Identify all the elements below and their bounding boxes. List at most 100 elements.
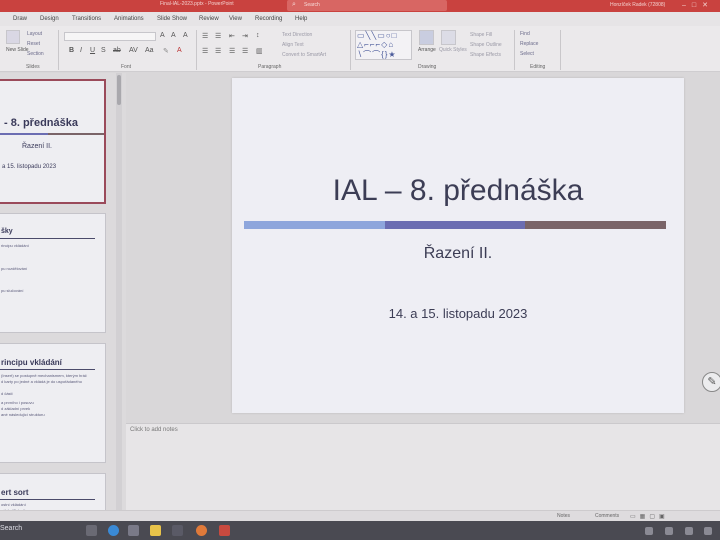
store-icon[interactable] — [128, 525, 139, 536]
shape-fill-button[interactable]: Shape Fill — [470, 32, 492, 38]
layout-button[interactable]: Layout — [27, 31, 42, 37]
search-input[interactable]: ⌕ Search — [287, 0, 447, 11]
reset-button[interactable]: Reset — [27, 41, 40, 47]
tab-review[interactable]: Review — [199, 16, 219, 22]
firefox-icon[interactable] — [196, 525, 207, 536]
thumbnail-title: - 8. přednáška — [4, 117, 78, 129]
view-buttons[interactable]: ▭▦▢▣ — [630, 513, 669, 520]
slide-thumbnail[interactable]: šky rincipu vkládání pu rozdělování pu s… — [0, 213, 106, 333]
clear-formatting-icon[interactable]: A — [183, 32, 188, 39]
slide-canvas[interactable]: IAL – 8. přednáška Řazení II. 14. a 15. … — [232, 78, 684, 413]
thumbnail-divider — [0, 499, 95, 500]
change-case-icon[interactable]: Aa — [145, 47, 154, 54]
italic-icon[interactable]: I — [80, 47, 82, 54]
edge-icon[interactable] — [108, 525, 119, 536]
slide-thumbnail[interactable]: rincipu vkládání (Insert) se postupně me… — [0, 343, 106, 463]
thumbnail-date: a 15. listopadu 2023 — [2, 164, 57, 170]
shadow-icon[interactable]: S — [101, 47, 106, 54]
scrollbar-thumb[interactable] — [117, 75, 121, 105]
paragraph-group-label: Paragraph — [258, 64, 282, 70]
tray-icon[interactable] — [685, 527, 693, 535]
slide-subtitle[interactable]: Řazení II. — [232, 245, 684, 263]
columns-icon[interactable]: ▥ — [256, 47, 263, 55]
shapes-icon[interactable]: ▭╲╲▭○□ — [357, 31, 397, 40]
character-spacing-icon[interactable]: AV — [129, 47, 138, 54]
notes-placeholder: Click to add notes — [130, 427, 178, 433]
arrange-icon[interactable] — [419, 30, 434, 45]
tray-icon[interactable] — [665, 527, 673, 535]
replace-button[interactable]: Replace — [520, 41, 538, 47]
notes-pane[interactable]: Click to add notes — [126, 423, 720, 513]
thumbnail-scrollbar[interactable] — [116, 73, 122, 513]
line-spacing-icon[interactable]: ↕ — [256, 32, 260, 39]
strikethrough-icon[interactable]: ab — [113, 47, 121, 54]
align-text-button[interactable]: Align Text — [282, 42, 304, 48]
tab-recording[interactable]: Recording — [255, 16, 282, 22]
shapes-gallery[interactable]: ▭╲╲▭○□ △⌐⌐⌐◇⌂ ∖⌒⌒{}★ — [355, 30, 412, 60]
tab-transitions[interactable]: Transitions — [72, 16, 101, 22]
underline-icon[interactable]: U — [90, 47, 95, 54]
slide-thumbnail[interactable]: ert sort ostní vkládání výběr (Select) — [0, 473, 106, 513]
thumbnail-title: šky — [1, 228, 13, 235]
notes-toggle-button[interactable]: Notes — [557, 513, 570, 519]
comments-toggle-button[interactable]: Comments — [595, 513, 619, 519]
section-button[interactable]: Section — [27, 51, 44, 57]
select-button[interactable]: Select — [520, 51, 534, 57]
powerpoint-icon[interactable] — [219, 525, 230, 536]
new-slide-icon[interactable] — [6, 30, 20, 44]
slide-title[interactable]: IAL – 8. přednáška — [232, 174, 684, 208]
increase-indent-icon[interactable]: ⇥ — [242, 32, 248, 40]
app-icon[interactable] — [172, 525, 183, 536]
justify-icon[interactable]: ☰ — [242, 47, 248, 55]
shape-outline-button[interactable]: Shape Outline — [470, 42, 502, 48]
window-controls[interactable]: –□✕ — [682, 1, 714, 9]
quick-styles-button[interactable]: Quick Styles — [439, 47, 467, 53]
align-left-icon[interactable]: ☰ — [202, 47, 208, 55]
new-slide-button[interactable]: New Slide — [6, 47, 29, 53]
slide-thumbnails-pane[interactable]: - 8. přednáška Řazení II. a 15. listopad… — [0, 73, 126, 513]
tab-help[interactable]: Help — [295, 16, 307, 22]
align-right-icon[interactable]: ☰ — [229, 47, 235, 55]
text-direction-button[interactable]: Text Direction — [282, 32, 312, 38]
thumbnail-divider — [0, 133, 104, 135]
bold-icon[interactable]: B — [69, 47, 74, 54]
grow-font-icon[interactable]: A — [160, 32, 165, 39]
thumbnail-line: d části — [1, 391, 13, 396]
shapes-icon[interactable]: ∖⌒⌒{}★ — [357, 49, 397, 60]
file-explorer-icon[interactable] — [150, 525, 161, 536]
shrink-font-icon[interactable]: A — [171, 32, 176, 39]
user-name[interactable]: Honzíček Radek (72808) — [610, 2, 665, 8]
shape-effects-button[interactable]: Shape Effects — [470, 52, 501, 58]
quick-styles-icon[interactable] — [441, 30, 456, 45]
thumbnail-line: pu rozdělování — [1, 266, 28, 271]
arrange-button[interactable]: Arrange — [418, 47, 436, 53]
convert-smartart-button[interactable]: Convert to SmartArt — [282, 52, 326, 58]
highlight-icon[interactable]: ✎ — [163, 47, 169, 55]
slides-group-label: Slides — [26, 64, 40, 70]
tab-slide-show[interactable]: Slide Show — [157, 16, 187, 22]
font-family-select[interactable] — [64, 32, 156, 41]
slide-thumbnail[interactable]: - 8. přednáška Řazení II. a 15. listopad… — [0, 79, 106, 204]
tab-animations[interactable]: Animations — [114, 16, 144, 22]
task-view-icon[interactable] — [86, 525, 97, 536]
numbering-icon[interactable]: ☰ — [215, 32, 221, 40]
taskbar-search[interactable]: Search — [0, 525, 22, 532]
slide-date[interactable]: 14. a 15. listopadu 2023 — [232, 306, 684, 321]
find-button[interactable]: Find — [520, 31, 530, 37]
menu-bar: Draw Design Transitions Animations Slide… — [0, 12, 720, 26]
tray-icon[interactable] — [704, 527, 712, 535]
shapes-icon[interactable]: △⌐⌐⌐◇⌂ — [357, 40, 394, 49]
pen-icon[interactable]: ✎ — [702, 372, 720, 392]
tray-icon[interactable] — [645, 527, 653, 535]
ribbon-divider — [196, 30, 197, 70]
font-color-icon[interactable]: A — [177, 47, 182, 54]
taskbar: Search — [0, 521, 720, 540]
divider-segment — [244, 221, 385, 229]
tab-view[interactable]: View — [229, 16, 242, 22]
align-center-icon[interactable]: ☰ — [215, 47, 221, 55]
ribbon-divider — [58, 30, 59, 70]
decrease-indent-icon[interactable]: ⇤ — [229, 32, 235, 40]
tab-draw[interactable]: Draw — [13, 16, 27, 22]
tab-design[interactable]: Design — [40, 16, 59, 22]
bullets-icon[interactable]: ☰ — [202, 32, 208, 40]
